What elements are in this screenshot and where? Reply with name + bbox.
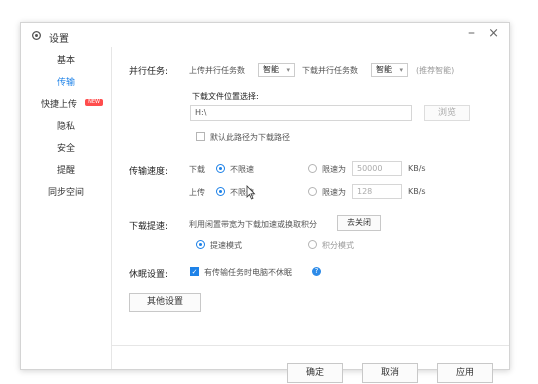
new-badge: NEW: [85, 99, 103, 106]
download-unlimited-label: 不限速: [230, 165, 254, 174]
upload-speed-label: 上传: [189, 188, 205, 197]
sidebar-item-label: 安全: [56, 144, 75, 154]
sidebar-item-label: 快捷上传: [40, 100, 77, 110]
settings-window: 设置 – × 基本 传输 快捷上传 NEW 隐私 安全 提醒 同步空间 并行任务…: [20, 22, 510, 383]
mouse-cursor-icon: [246, 185, 256, 200]
settings-content: 并行任务: 上传并行任务数 智能 ▾ 下载并行任务数 智能 ▾ (推荐智能) 下…: [111, 47, 509, 383]
ok-button[interactable]: 确定: [287, 363, 343, 383]
sidebar-item-reminder[interactable]: 提醒: [21, 161, 111, 181]
gear-icon: [32, 31, 41, 40]
upload-limit-unit: KB/s: [408, 187, 426, 196]
title-bar: 设置 – ×: [21, 23, 509, 47]
download-unlimited-radio[interactable]: [216, 164, 225, 173]
close-button[interactable]: ×: [488, 26, 499, 41]
cancel-button[interactable]: 取消: [362, 363, 418, 383]
download-parallel-value: 智能: [376, 65, 392, 74]
download-path-input[interactable]: H:\: [190, 105, 412, 121]
chevron-down-icon: ▾: [399, 66, 403, 74]
parallel-tasks-label: 并行任务:: [129, 67, 169, 77]
sleep-settings-label: 休眠设置:: [129, 270, 169, 280]
no-sleep-checkbox[interactable]: ✓: [190, 267, 199, 276]
upload-parallel-label: 上传并行任务数: [189, 66, 245, 75]
sidebar-item-label: 隐私: [56, 122, 75, 132]
boost-points-mode-label: 积分模式: [322, 241, 354, 250]
sidebar-item-label: 基本: [56, 56, 75, 66]
sidebar-item-label: 提醒: [56, 166, 75, 176]
download-limit-radio[interactable]: [308, 164, 317, 173]
transfer-speed-label: 传输速度:: [129, 167, 169, 177]
sidebar-item-quick-upload[interactable]: 快捷上传 NEW: [21, 95, 111, 115]
upload-limit-radio[interactable]: [308, 187, 317, 196]
no-sleep-label: 有传输任务时电脑不休眠: [204, 268, 292, 277]
sidebar-item-label: 同步空间: [47, 188, 84, 198]
sidebar: 基本 传输 快捷上传 NEW 隐私 安全 提醒 同步空间: [21, 47, 111, 369]
download-limit-label: 限速为: [322, 165, 346, 174]
sidebar-item-sync-space[interactable]: 同步空间: [21, 183, 111, 203]
default-path-label: 默认此路径为下载路径: [210, 133, 290, 142]
download-path-label: 下载文件位置选择:: [192, 92, 259, 101]
boost-points-mode-radio[interactable]: [308, 240, 317, 249]
sidebar-item-security[interactable]: 安全: [21, 139, 111, 159]
download-boost-label: 下载提速:: [129, 222, 169, 232]
download-speed-label: 下载: [189, 165, 205, 174]
sidebar-item-privacy[interactable]: 隐私: [21, 117, 111, 137]
parallel-hint: (推荐智能): [416, 66, 455, 75]
upload-parallel-select[interactable]: 智能 ▾: [258, 63, 295, 77]
sidebar-item-transfer[interactable]: 传输: [21, 73, 111, 93]
footer-divider: [112, 345, 509, 346]
other-settings-button[interactable]: 其他设置: [129, 293, 201, 312]
browse-button[interactable]: 浏览: [424, 105, 470, 121]
boost-speed-mode-label: 提速模式: [210, 241, 242, 250]
download-boost-desc: 利用闲置带宽为下载加速或换取积分: [189, 220, 317, 229]
upload-limit-label: 限速为: [322, 188, 346, 197]
upload-unlimited-radio[interactable]: [216, 187, 225, 196]
download-limit-input[interactable]: 50000: [352, 161, 402, 176]
upload-limit-input[interactable]: 128: [352, 184, 402, 199]
help-icon[interactable]: ?: [312, 267, 321, 276]
boost-speed-mode-radio[interactable]: [196, 240, 205, 249]
upload-parallel-value: 智能: [263, 65, 279, 74]
sidebar-item-basic[interactable]: 基本: [21, 51, 111, 71]
default-path-checkbox[interactable]: [196, 132, 205, 141]
minimize-button[interactable]: –: [468, 25, 475, 41]
download-parallel-label: 下载并行任务数: [302, 66, 358, 75]
sidebar-item-label: 传输: [56, 78, 75, 88]
boost-toggle-button[interactable]: 去关闭: [337, 215, 381, 231]
download-parallel-select[interactable]: 智能 ▾: [371, 63, 408, 77]
apply-button[interactable]: 应用: [437, 363, 493, 383]
download-limit-unit: KB/s: [408, 164, 426, 173]
chevron-down-icon: ▾: [286, 66, 290, 74]
window-title: 设置: [49, 34, 69, 45]
